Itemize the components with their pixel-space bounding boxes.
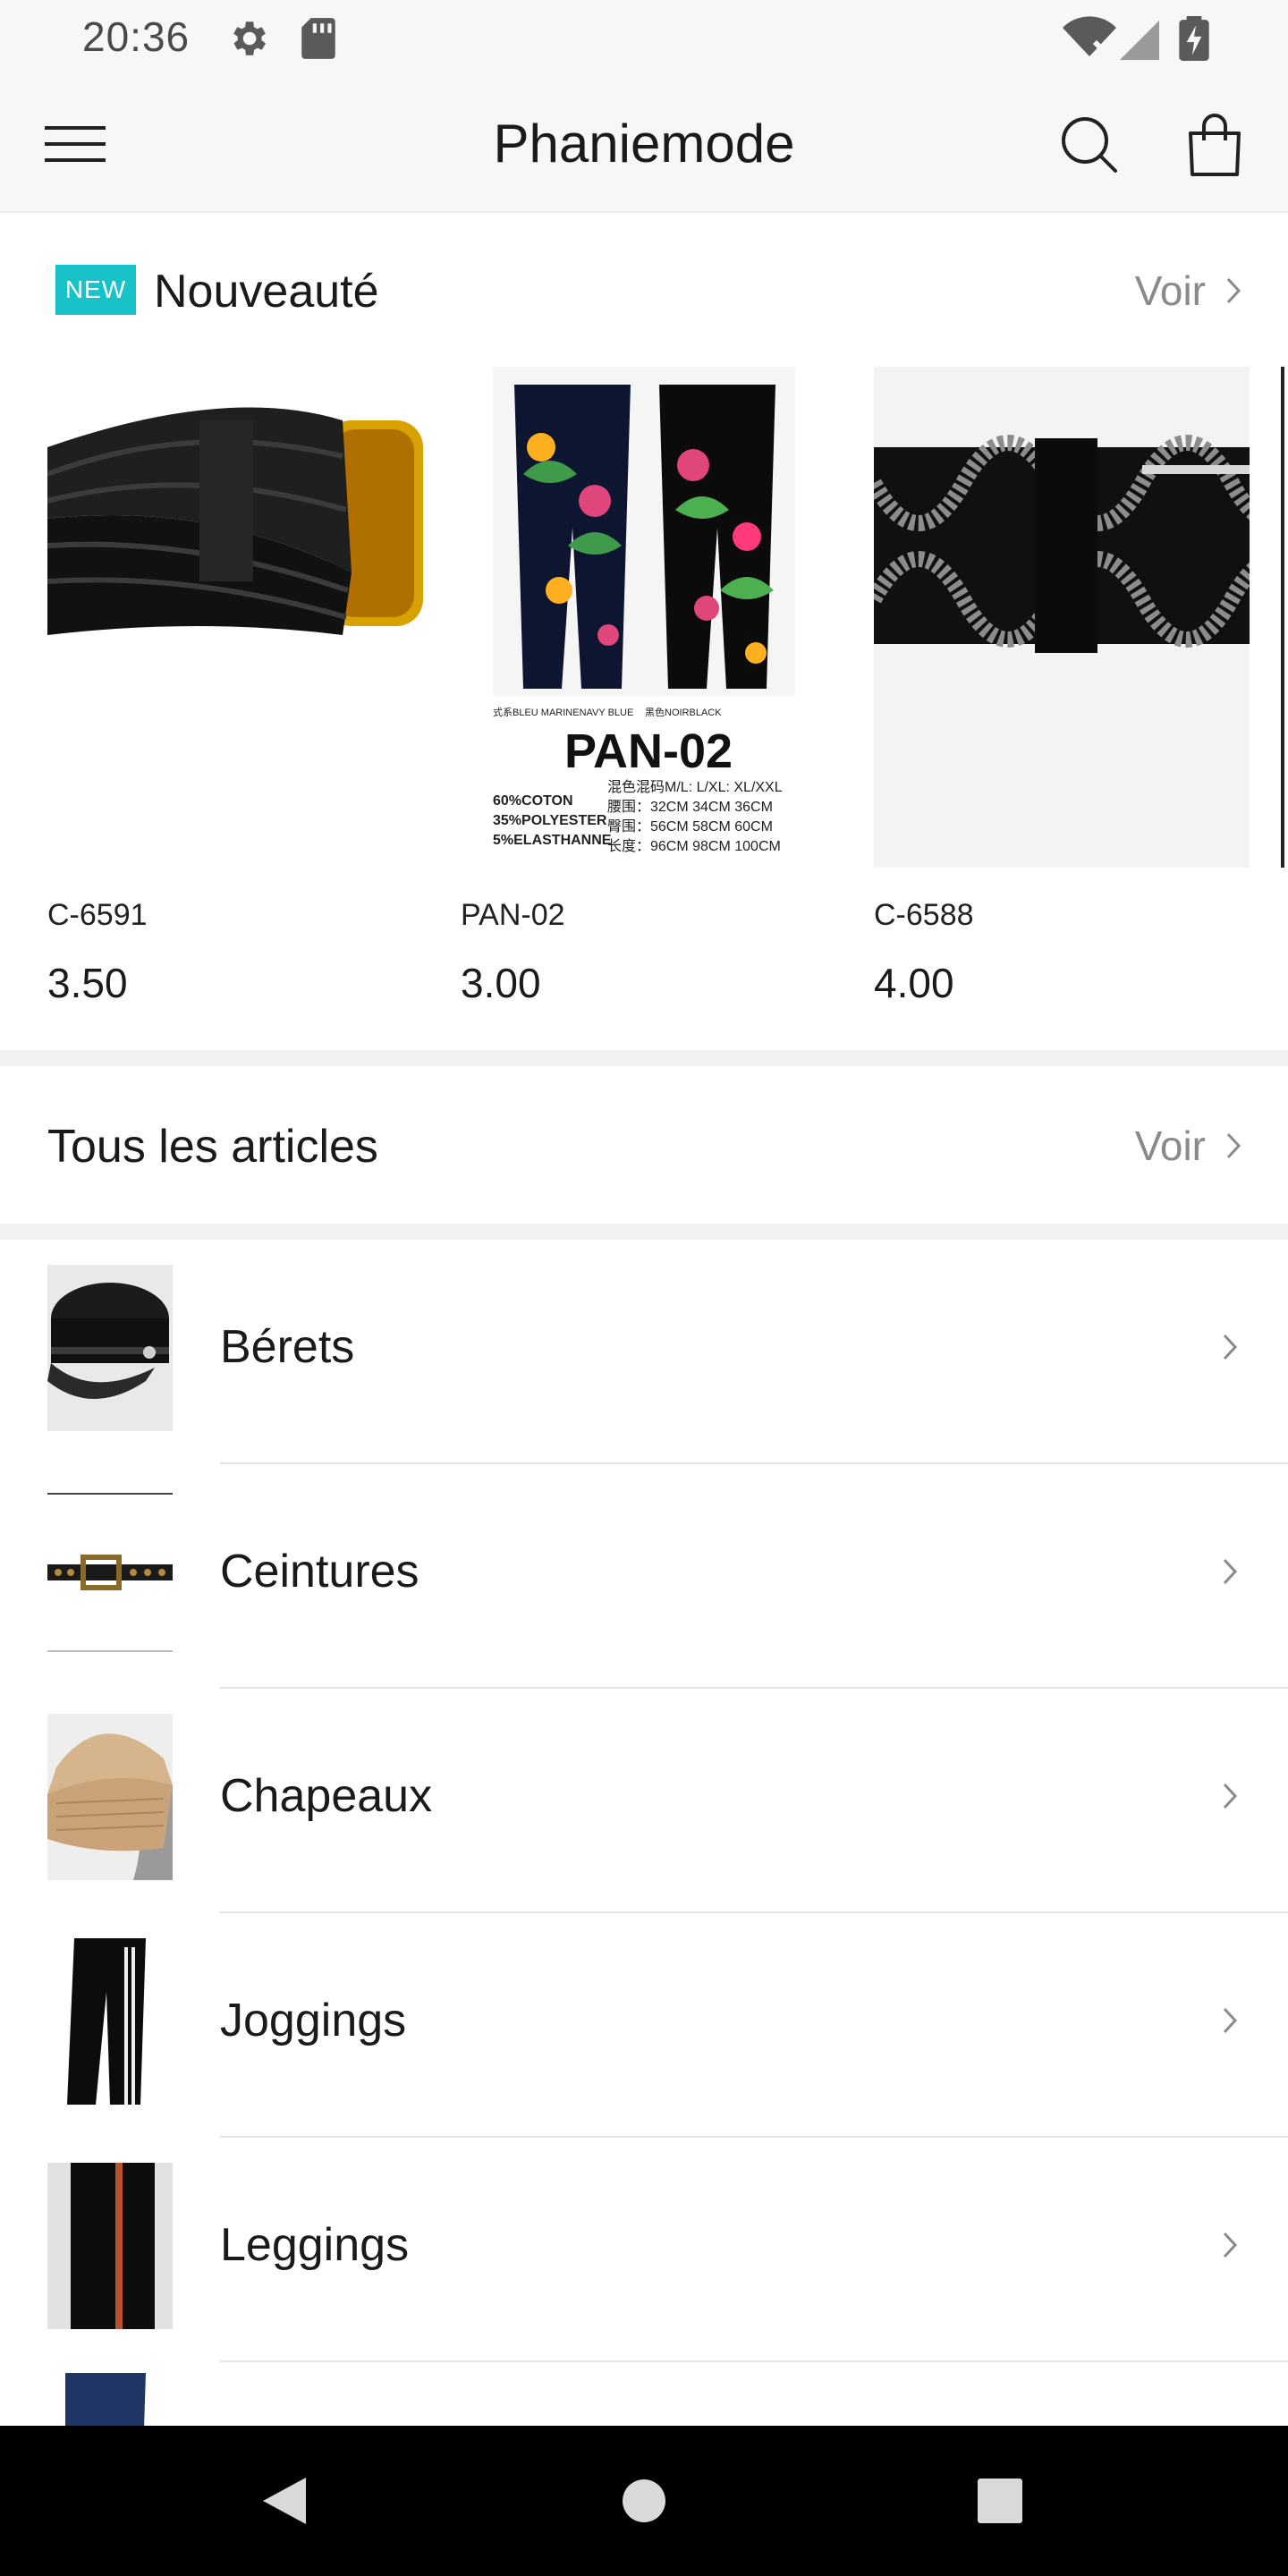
pan-sizes-label: 混色混码M/L: L/XL: XL/XXL [607,779,783,795]
product-code: PAN-02 [461,898,565,932]
product-image-belt-black[interactable] [47,367,423,868]
settings-icon [225,16,270,65]
search-icon[interactable] [1054,109,1125,181]
pan-model-label: PAN-02 [564,724,733,778]
new-arrivals-title: Nouveauté [154,266,379,318]
product-card[interactable]: C-6591 3.50 [47,367,423,1006]
category-thumbnail [47,2163,173,2329]
category-label: Bérets [220,1321,355,1373]
sd-card-icon [299,16,338,65]
category-thumbnail [47,1938,173,2105]
pan-variant-right: 黑色NOIRBLACK [645,706,722,718]
product-code: C-6588 [874,898,974,932]
see-all-label: Voir [1134,1123,1206,1169]
product-image-partial [1281,367,1284,868]
pan-size-row: 长度：96CM 98CM 100CM [607,838,781,854]
product-card[interactable]: 式系BLEU MARINENAVY BLUE 黑色NOIRBLACK PAN-0… [461,367,836,1006]
product-card-partial[interactable] [1281,367,1288,868]
recents-square-icon[interactable] [964,2465,1036,2537]
category-list: Bérets Ceintures Chapeaux Joggings Leggi… [0,1240,1288,2426]
category-label: Joggings [220,1995,407,2046]
product-card[interactable]: C-6588 4.00 [874,367,1250,1006]
category-thumbnail [47,2373,173,2426]
category-row-chapeaux[interactable]: Chapeaux [0,1689,1288,1913]
all-articles-see-all-link[interactable]: Voir [1135,1122,1241,1170]
wifi-off-icon [1063,16,1116,65]
see-all-label: Voir [1134,267,1206,314]
chevron-right-icon [1223,1334,1238,1360]
pan-composition-line: 35%POLYESTER [493,813,607,828]
pan-variant-left: 式系BLEU MARINENAVY BLUE [493,707,633,718]
shopping-bag-icon[interactable] [1179,109,1250,181]
category-label: Chapeaux [220,1770,433,1822]
status-time: 20:36 [82,13,191,60]
chevron-right-icon [1226,1132,1241,1159]
category-row-berets[interactable]: Bérets [0,1240,1288,1464]
home-circle-icon[interactable] [608,2465,680,2537]
product-code: C-6591 [47,898,148,932]
category-row-ceintures[interactable]: Ceintures [0,1464,1288,1689]
new-arrivals-section: NEW Nouveauté Voir C-6591 3.50 式系BLEU MA… [0,215,1288,1050]
all-articles-header[interactable]: Tous les articles Voir [0,1066,1288,1224]
pan-size-row: 腰围：32CM 34CM 36CM [607,799,773,815]
product-image-floral-pants[interactable]: 式系BLEU MARINENAVY BLUE 黑色NOIRBLACK PAN-0… [461,367,836,868]
status-bar: 20:36 [0,0,1288,75]
system-navigation-bar [0,2426,1288,2576]
category-row-partial[interactable] [0,2362,1288,2426]
product-price: 3.50 [47,960,128,1006]
category-label: Ceintures [220,1546,419,1597]
category-row-joggings[interactable]: Joggings [0,1913,1288,2138]
new-products-carousel[interactable]: C-6591 3.50 式系BLEU MARINENAVY BLUE 黑色NOI… [0,367,1288,1011]
chevron-right-icon [1223,2232,1238,2258]
section-divider [0,1050,1288,1066]
new-badge: NEW [55,265,136,315]
pan-composition-line: 5%ELASTHANNE [493,833,612,848]
battery-charging-icon [1179,16,1209,65]
new-arrivals-see-all-link[interactable]: Voir [1135,267,1241,315]
category-label: Leggings [220,2219,410,2271]
pan-composition-line: 60%COTON [493,793,573,809]
category-thumbnail [47,1714,173,1880]
category-row-leggings[interactable]: Leggings [0,2138,1288,2362]
all-articles-title: Tous les articles [47,1121,378,1173]
section-divider [0,1224,1288,1240]
chevron-right-icon [1223,1558,1238,1585]
category-thumbnail [47,1265,173,1431]
pan-size-row: 臀围：56CM 58CM 60CM [607,818,773,835]
product-price: 3.00 [461,960,541,1006]
chevron-right-icon [1223,2007,1238,2034]
back-triangle-icon[interactable] [249,2465,320,2537]
chevron-right-icon [1226,277,1241,304]
product-price: 4.00 [874,960,954,1006]
signal-icon [1120,16,1159,65]
product-image-belt-silver[interactable] [874,367,1250,868]
chevron-right-icon [1223,1783,1238,1809]
category-thumbnail [47,1489,173,1656]
app-header: Phaniemode [0,75,1288,213]
